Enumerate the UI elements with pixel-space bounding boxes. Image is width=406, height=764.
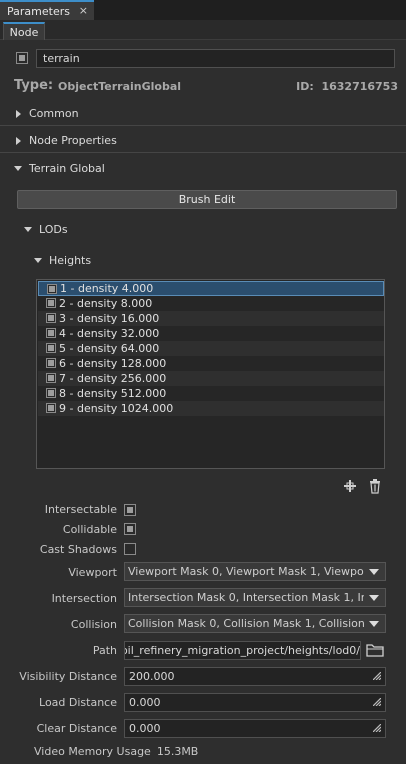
item-checkbox[interactable]	[46, 313, 56, 323]
heights-group[interactable]: Heights	[0, 248, 406, 272]
section-node-properties[interactable]: Node Properties	[0, 129, 406, 153]
resize-grip-icon[interactable]	[373, 672, 381, 680]
chevron-down-icon	[369, 595, 379, 601]
list-item[interactable]: 4 - density 32.000	[38, 326, 384, 341]
chevron-down-icon	[14, 166, 22, 171]
chevron-right-icon	[16, 137, 21, 145]
lods-group[interactable]: LODs	[0, 217, 406, 241]
item-checkbox[interactable]	[46, 388, 56, 398]
type-row: Type: ObjectTerrainGlobal ID: 1632716753	[14, 78, 398, 94]
list-item-label: 5 - density 64.000	[59, 342, 160, 355]
list-item[interactable]: 1 - density 4.000	[38, 281, 384, 296]
intersectable-label: Intersectable	[44, 503, 117, 516]
viewport-value: Viewport Mask 0, Viewport Mask 1, Viewpo…	[128, 565, 364, 578]
list-item[interactable]: 5 - density 64.000	[38, 341, 384, 356]
path-value: ns/oil_refinery_migration_project/height…	[124, 644, 360, 657]
list-item-label: 2 - density 8.000	[59, 297, 153, 310]
section-terrain-global[interactable]: Terrain Global	[0, 156, 406, 180]
collision-value: Collision Mask 0, Collision Mask 1, Coll…	[128, 617, 364, 630]
list-item[interactable]: 7 - density 256.000	[38, 371, 384, 386]
list-item-label: 3 - density 16.000	[59, 312, 160, 325]
list-item[interactable]: 9 - density 1024.000	[38, 401, 384, 416]
viewport-label: Viewport	[68, 566, 117, 579]
folder-icon[interactable]	[366, 642, 384, 658]
type-label: Type:	[14, 78, 54, 93]
id-value: 1632716753	[321, 80, 398, 93]
node-name-input[interactable]: terrain	[36, 49, 395, 68]
video-memory-label: Video Memory Usage	[34, 745, 151, 758]
clear-distance-label: Clear Distance	[36, 722, 117, 735]
visibility-distance-value: 200.000	[129, 670, 175, 683]
collidable-checkbox[interactable]	[124, 523, 136, 535]
list-item-label: 6 - density 128.000	[59, 357, 167, 370]
list-item[interactable]: 8 - density 512.000	[38, 386, 384, 401]
viewport-select[interactable]: Viewport Mask 0, Viewport Mask 1, Viewpo…	[124, 562, 386, 581]
video-memory-value: 15.3MB	[156, 745, 199, 758]
chevron-down-icon	[369, 621, 379, 627]
list-item-label: 9 - density 1024.000	[59, 402, 174, 415]
type-value: ObjectTerrainGlobal	[58, 80, 182, 93]
tab-parameters-label: Parameters	[7, 4, 70, 18]
intersectable-checkbox[interactable]	[124, 504, 136, 516]
tab-node-label: Node	[9, 25, 39, 39]
list-item-label: 8 - density 512.000	[59, 387, 167, 400]
sub-tab-bar: Node	[0, 20, 406, 40]
item-checkbox[interactable]	[46, 328, 56, 338]
trash-icon[interactable]	[367, 478, 383, 494]
list-item-label: 7 - density 256.000	[59, 372, 167, 385]
load-distance-label: Load Distance	[39, 696, 117, 709]
cast-shadows-label: Cast Shadows	[39, 543, 117, 556]
intersection-label: Intersection	[51, 592, 117, 605]
list-item[interactable]: 6 - density 128.000	[38, 356, 384, 371]
item-checkbox[interactable]	[46, 373, 56, 383]
list-item-label: 1 - density 4.000	[60, 282, 154, 295]
path-label: Path	[92, 644, 117, 657]
chevron-down-icon	[24, 227, 32, 232]
node-id: ID: 1632716753	[296, 80, 398, 93]
load-distance-input[interactable]: 0.000	[124, 693, 386, 712]
collision-select[interactable]: Collision Mask 0, Collision Mask 1, Coll…	[124, 614, 386, 633]
brush-edit-button[interactable]: Brush Edit	[17, 190, 397, 209]
lods-label: LODs	[39, 222, 68, 236]
heights-list[interactable]: 1 - density 4.000 2 - density 8.000 3 - …	[36, 279, 385, 469]
list-item[interactable]: 3 - density 16.000	[38, 311, 384, 326]
load-distance-value: 0.000	[129, 696, 161, 709]
section-node-properties-label: Node Properties	[29, 134, 117, 147]
node-enabled-checkbox[interactable]	[16, 52, 28, 64]
section-terrain-global-label: Terrain Global	[29, 161, 105, 175]
plus-icon[interactable]	[342, 478, 358, 494]
close-icon[interactable]: ×	[79, 4, 88, 17]
list-item-label: 4 - density 32.000	[59, 327, 160, 340]
chevron-right-icon	[16, 110, 21, 118]
intersection-value: Intersection Mask 0, Intersection Mask 1…	[128, 591, 364, 604]
section-common[interactable]: Common	[0, 102, 406, 126]
clear-distance-value: 0.000	[129, 722, 161, 735]
chevron-down-icon	[34, 258, 42, 263]
tab-bar: Parameters ×	[0, 0, 406, 20]
video-memory-row: Video Memory Usage 15.3MB	[34, 745, 198, 758]
resize-grip-icon[interactable]	[373, 724, 381, 732]
item-checkbox[interactable]	[46, 343, 56, 353]
collision-label: Collision	[70, 618, 117, 631]
item-checkbox[interactable]	[46, 298, 56, 308]
tab-parameters[interactable]: Parameters ×	[0, 0, 94, 20]
intersection-select[interactable]: Intersection Mask 0, Intersection Mask 1…	[124, 588, 386, 607]
resize-grip-icon[interactable]	[373, 698, 381, 706]
visibility-distance-label: Visibility Distance	[19, 670, 117, 683]
path-input[interactable]: ns/oil_refinery_migration_project/height…	[124, 641, 361, 660]
cast-shadows-checkbox[interactable]	[124, 543, 136, 555]
item-checkbox[interactable]	[46, 358, 56, 368]
item-checkbox[interactable]	[46, 403, 56, 413]
item-checkbox[interactable]	[47, 284, 57, 294]
tab-node[interactable]: Node	[3, 22, 45, 40]
visibility-distance-input[interactable]: 200.000	[124, 667, 386, 686]
heights-label: Heights	[49, 253, 92, 267]
collidable-label: Collidable	[62, 523, 117, 536]
chevron-down-icon	[369, 569, 379, 575]
id-label: ID:	[296, 80, 314, 93]
section-common-label: Common	[29, 107, 79, 120]
clear-distance-input[interactable]: 0.000	[124, 719, 386, 738]
list-item[interactable]: 2 - density 8.000	[38, 296, 384, 311]
